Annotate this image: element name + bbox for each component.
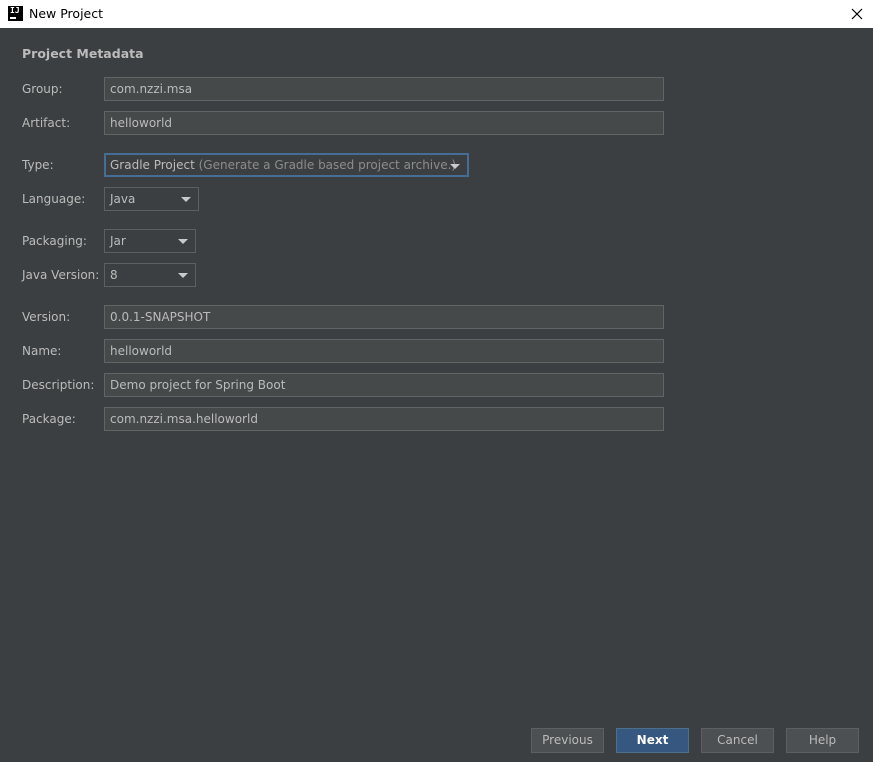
group-field[interactable] bbox=[104, 77, 664, 101]
description-field[interactable] bbox=[104, 373, 664, 397]
language-value: Java bbox=[110, 192, 136, 206]
close-window-button[interactable] bbox=[847, 4, 867, 24]
version-field[interactable] bbox=[104, 305, 664, 329]
java-version-dropdown[interactable]: 8 bbox=[104, 263, 196, 287]
java-version-label: Java Version: bbox=[22, 268, 100, 282]
language-dropdown[interactable]: Java bbox=[104, 187, 199, 211]
next-button[interactable]: Next bbox=[616, 728, 689, 753]
type-hint: (Generate a Gradle based project archive… bbox=[198, 158, 457, 172]
name-label: Name: bbox=[22, 344, 62, 358]
java-version-value: 8 bbox=[110, 268, 118, 282]
window-title: New Project bbox=[29, 6, 104, 21]
language-label: Language: bbox=[22, 192, 86, 206]
window-titlebar: IJ New Project bbox=[0, 0, 873, 28]
packaging-value: Jar bbox=[110, 234, 126, 248]
packaging-dropdown[interactable]: Jar bbox=[104, 229, 196, 253]
section-title-project-metadata: Project Metadata bbox=[22, 46, 144, 61]
version-label: Version: bbox=[22, 310, 71, 324]
type-dropdown[interactable]: Gradle Project (Generate a Gradle based … bbox=[104, 153, 469, 177]
artifact-label: Artifact: bbox=[22, 116, 71, 130]
close-icon bbox=[851, 8, 863, 20]
type-label: Type: bbox=[22, 158, 54, 172]
name-field[interactable] bbox=[104, 339, 664, 363]
chevron-down-icon bbox=[178, 239, 188, 244]
chevron-down-icon bbox=[181, 197, 191, 202]
cancel-button[interactable]: Cancel bbox=[701, 728, 774, 753]
package-label: Package: bbox=[22, 412, 76, 426]
previous-button[interactable]: Previous bbox=[531, 728, 604, 753]
group-label: Group: bbox=[22, 82, 63, 96]
chevron-down-icon bbox=[178, 273, 188, 278]
package-field[interactable] bbox=[104, 407, 664, 431]
chevron-down-icon bbox=[450, 164, 460, 169]
artifact-field[interactable] bbox=[104, 111, 664, 135]
packaging-label: Packaging: bbox=[22, 234, 87, 248]
intellij-app-icon: IJ bbox=[8, 6, 23, 21]
help-button[interactable]: Help bbox=[786, 728, 859, 753]
description-label: Description: bbox=[22, 378, 95, 392]
type-value: Gradle Project bbox=[110, 158, 195, 172]
